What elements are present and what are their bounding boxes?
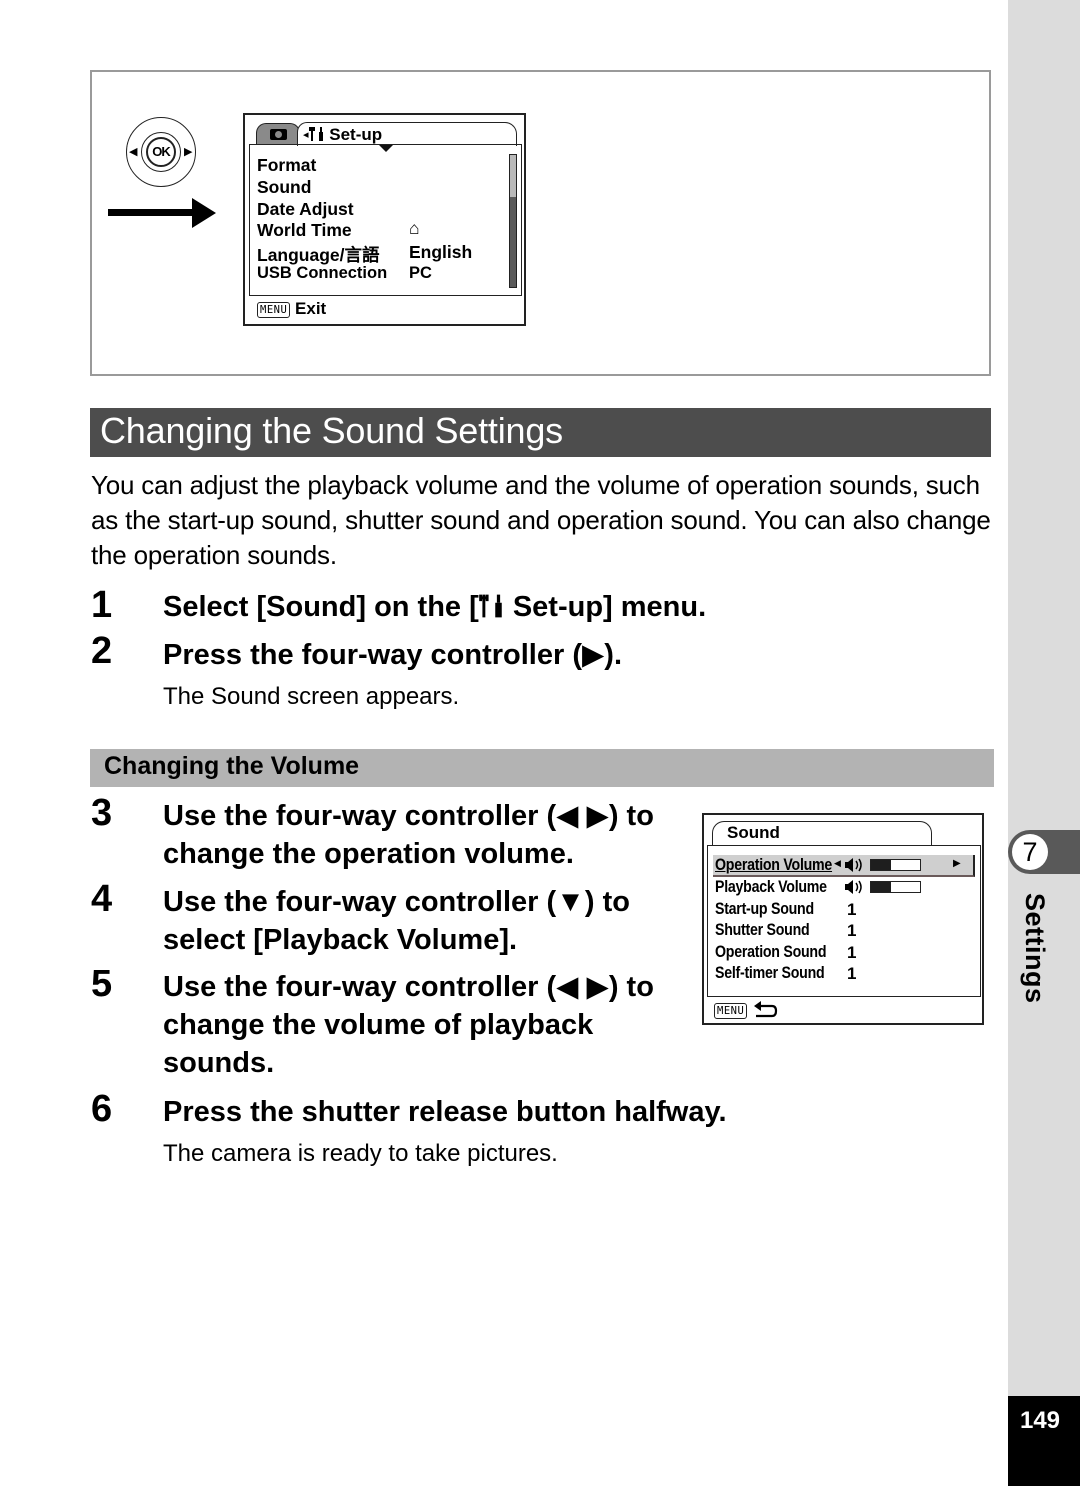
chapter-label: Settings <box>1020 893 1050 1004</box>
step-2-number: 2 <box>91 630 113 672</box>
wrench-icon <box>478 594 502 618</box>
wrench-icon <box>308 127 323 141</box>
step-5-text: Use the four-way controller (◀ ▶) to cha… <box>163 971 654 1079</box>
setup-value-usb: PC <box>409 264 432 282</box>
sound-footer: MENU <box>714 1000 778 1020</box>
playback-volume-bar <box>870 881 921 893</box>
setup-item-date-adjust: Date Adjust <box>257 199 354 219</box>
operation-sound-value: 1 <box>847 943 857 962</box>
sound-item-operation-sound: Operation Sound <box>715 943 827 961</box>
camera-lens <box>275 131 282 138</box>
sound-item-self-timer-sound: Self-timer Sound <box>715 964 825 982</box>
scrollbar-thumb <box>510 155 516 197</box>
step-6-text: Press the shutter release button halfway… <box>163 1096 727 1128</box>
playback-volume-fill <box>871 882 891 892</box>
section-title: Changing the Sound Settings <box>100 410 563 451</box>
page-number: 149 <box>1019 1407 1061 1434</box>
step-2-result: The Sound screen appears. <box>163 683 460 710</box>
tab-camera <box>256 123 300 145</box>
right-arrow-icon: ▶ <box>953 858 961 869</box>
speaker-icon <box>845 858 862 872</box>
tab-setup: ◂ Set-up <box>297 122 517 146</box>
step-6-number: 6 <box>91 1088 113 1130</box>
sound-tab-label: Sound <box>727 823 780 842</box>
exit-label: Exit <box>295 299 327 318</box>
operation-volume-bar <box>870 859 921 871</box>
step-2-text: Press the four-way controller (▶). <box>163 639 623 671</box>
step-3-text: Use the four-way controller (◀ ▶) to cha… <box>163 800 654 870</box>
menu-key-icon: MENU <box>257 301 291 318</box>
tab-setup-label: Set-up <box>329 125 383 144</box>
step-4-text: Use the four-way controller (▼) to selec… <box>163 886 630 956</box>
flow-arrow-head <box>192 198 216 228</box>
setup-item-usb-connection: USB Connection <box>257 264 388 282</box>
speaker-icon <box>845 880 862 894</box>
sound-item-startup-sound: Start-up Sound <box>715 900 814 918</box>
side-strip <box>1008 0 1080 1486</box>
right-arrow-icon: ▶ <box>184 146 193 158</box>
setup-menu-screen: ◂ Set-up Format Sound Date Adjust World … <box>243 113 526 326</box>
figure-frame <box>90 70 991 376</box>
chapter-number: 7 <box>1012 834 1048 870</box>
startup-sound-value: 1 <box>847 900 857 919</box>
intro-paragraph: You can adjust the playback volume and t… <box>91 470 991 570</box>
flow-arrow-icon <box>108 209 194 216</box>
left-arrow-icon: ◀ <box>834 858 841 868</box>
self-timer-sound-value: 1 <box>847 964 857 983</box>
step-1-number: 1 <box>91 584 113 626</box>
step-1-text: Select [Sound] on the [ Set-up] menu. <box>163 591 707 623</box>
step-5-number: 5 <box>91 963 113 1005</box>
step-3-number: 3 <box>91 792 113 834</box>
sound-item-shutter-sound: Shutter Sound <box>715 921 810 939</box>
setup-item-world-time: World Time <box>257 220 352 240</box>
menu-key-icon: MENU <box>714 1002 748 1019</box>
sound-menu-screen: Sound Operation Volume ◀ ▶ Playback Volu… <box>702 813 984 1025</box>
back-arrow-icon <box>754 1001 778 1018</box>
tab-indicator-caret <box>379 145 393 152</box>
setup-footer: MENU Exit <box>257 299 326 319</box>
operation-volume-fill <box>871 860 891 870</box>
setup-item-sound: Sound <box>257 177 312 197</box>
sound-item-operation-volume: Operation Volume <box>715 856 833 874</box>
home-icon: ⌂ <box>409 218 420 238</box>
subsection-title: Changing the Volume <box>104 752 360 780</box>
setup-value-language: English <box>409 242 473 262</box>
setup-item-format: Format <box>257 155 317 175</box>
setup-scrollbar <box>509 154 517 288</box>
ok-button-icon: OK <box>146 137 176 167</box>
sound-item-playback-volume: Playback Volume <box>715 878 827 896</box>
step-4-number: 4 <box>91 878 113 920</box>
left-arrow-icon: ◀ <box>129 146 138 158</box>
sound-tab: Sound <box>712 821 932 845</box>
shutter-sound-value: 1 <box>847 921 857 940</box>
step-6-result: The camera is ready to take pictures. <box>163 1140 558 1167</box>
